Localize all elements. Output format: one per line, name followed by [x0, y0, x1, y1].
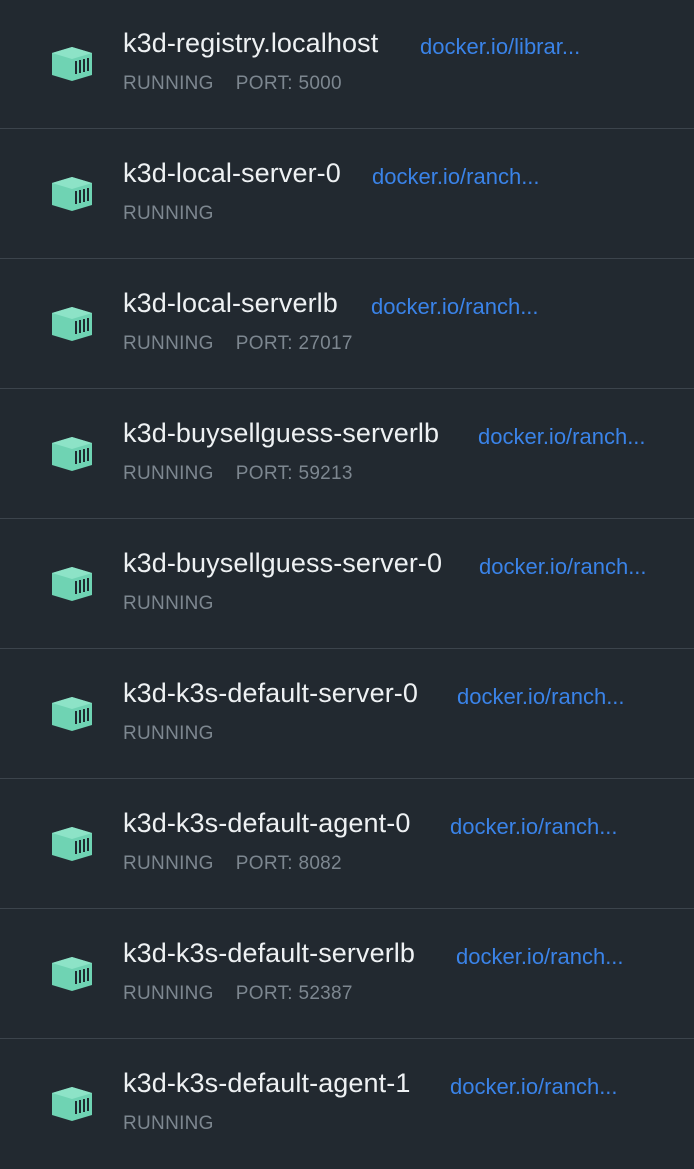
port-label: PORT: 59213 — [235, 463, 353, 484]
container-row[interactable]: k3d-buysellguess-server-0 docker.io/ranch… — [0, 520, 694, 649]
container-name: k3d-buysellguess-serverlb — [123, 418, 440, 448]
container-icon — [48, 303, 94, 343]
port-label: PORT: 52387 — [235, 983, 353, 1004]
container-name: k3d-k3s-default-serverlb — [123, 938, 416, 968]
container-image-link[interactable]: docker.io/ranch... — [479, 554, 647, 580]
container-name: k3d-buysellguess-server-0 — [123, 548, 443, 578]
container-image-link[interactable]: docker.io/librar... — [420, 34, 580, 60]
container-row[interactable]: k3d-local-server-0 docker.io/ranch... RUNN… — [0, 130, 694, 259]
status-label: RUNNING — [123, 203, 214, 224]
port-label: PORT: 8082 — [235, 853, 342, 874]
container-row[interactable]: k3d-k3s-default-serverlb docker.io/ranch.… — [0, 910, 694, 1039]
container-meta: RUNNING PORT: 8082 — [123, 853, 342, 875]
container-row[interactable]: k3d-k3s-default-server-0 docker.io/ranch.… — [0, 650, 694, 779]
container-image-link[interactable]: docker.io/ranch... — [478, 424, 646, 450]
status-label: RUNNING — [123, 333, 214, 354]
container-meta: RUNNING — [123, 203, 214, 225]
container-meta: RUNNING PORT: 59213 — [123, 463, 353, 485]
status-label: RUNNING — [123, 463, 214, 484]
container-icon — [48, 693, 94, 733]
status-label: RUNNING — [123, 1113, 214, 1134]
container-name: k3d-k3s-default-server-0 — [123, 678, 419, 708]
container-name: k3d-registry.localhost — [123, 28, 379, 58]
container-image-link[interactable]: docker.io/ranch... — [450, 814, 618, 840]
container-name: k3d-local-serverlb — [123, 288, 338, 318]
container-icon — [48, 173, 94, 213]
container-meta: RUNNING PORT: 5000 — [123, 73, 342, 95]
container-row[interactable]: k3d-buysellguess-serverlb docker.io/ranch… — [0, 390, 694, 519]
port-label: PORT: 5000 — [235, 73, 342, 94]
status-label: RUNNING — [123, 593, 214, 614]
container-image-link[interactable]: docker.io/ranch... — [456, 944, 624, 970]
port-label: PORT: 27017 — [235, 333, 353, 354]
container-meta: RUNNING — [123, 1113, 214, 1135]
container-icon — [48, 433, 94, 473]
container-meta: RUNNING — [123, 723, 214, 745]
container-meta: RUNNING PORT: 27017 — [123, 333, 353, 355]
container-icon — [48, 823, 94, 863]
container-image-link[interactable]: docker.io/ranch... — [450, 1074, 618, 1100]
container-meta: RUNNING — [123, 593, 214, 615]
container-name: k3d-k3s-default-agent-1 — [123, 1068, 411, 1098]
container-meta: RUNNING PORT: 52387 — [123, 983, 353, 1005]
container-row[interactable]: k3d-registry.localhost docker.io/librar..… — [0, 0, 694, 129]
status-label: RUNNING — [123, 983, 214, 1004]
container-icon — [48, 43, 94, 83]
container-image-link[interactable]: docker.io/ranch... — [372, 164, 540, 190]
container-row[interactable]: k3d-k3s-default-agent-1 docker.io/ranch..… — [0, 1040, 694, 1169]
container-row[interactable]: k3d-k3s-default-agent-0 docker.io/ranch..… — [0, 780, 694, 909]
container-name: k3d-local-server-0 — [123, 158, 341, 188]
container-image-link[interactable]: docker.io/ranch... — [371, 294, 539, 320]
container-icon — [48, 1083, 94, 1123]
container-name: k3d-k3s-default-agent-0 — [123, 808, 411, 838]
container-image-link[interactable]: docker.io/ranch... — [457, 684, 625, 710]
status-label: RUNNING — [123, 853, 214, 874]
container-row[interactable]: k3d-local-serverlb docker.io/ranch... RUNN… — [0, 260, 694, 389]
container-icon — [48, 563, 94, 603]
status-label: RUNNING — [123, 723, 214, 744]
container-list: k3d-registry.localhost docker.io/librar..… — [0, 0, 694, 1168]
status-label: RUNNING — [123, 73, 214, 94]
container-icon — [48, 953, 94, 993]
